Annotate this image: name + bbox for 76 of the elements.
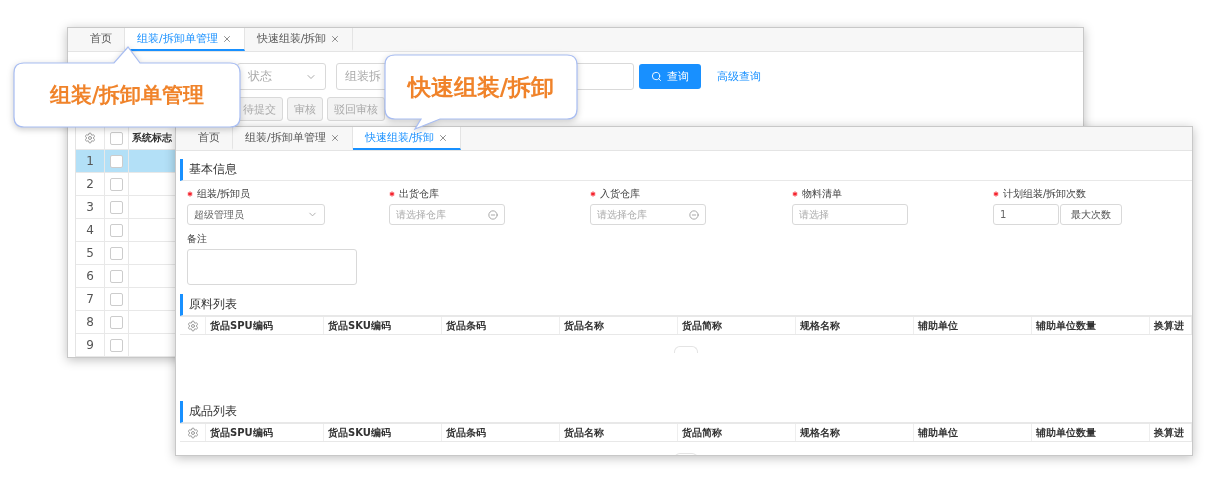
checkbox[interactable] bbox=[110, 154, 123, 168]
field-label: 备注 bbox=[187, 232, 208, 246]
table-row[interactable]: 9 bbox=[76, 334, 177, 357]
close-icon[interactable] bbox=[330, 33, 341, 44]
checkbox[interactable] bbox=[110, 269, 123, 283]
table-row[interactable]: 3 bbox=[76, 196, 177, 219]
settings-icon[interactable] bbox=[186, 319, 199, 332]
column-header: 货品名称 bbox=[560, 317, 678, 334]
search-icon bbox=[651, 71, 662, 82]
column-header: 货品条码 bbox=[442, 317, 560, 334]
tab[interactable]: 快速组装/拆卸 bbox=[352, 127, 462, 150]
number-field[interactable]: 1 bbox=[993, 204, 1059, 225]
remarks-textarea[interactable] bbox=[187, 249, 357, 285]
row-number: 1 bbox=[76, 150, 105, 172]
column-header: 货品SPU编码 bbox=[206, 317, 324, 334]
search-button[interactable]: 查询 bbox=[639, 64, 701, 89]
section-title: 基本信息 bbox=[180, 159, 1192, 181]
tab[interactable]: 组装/拆卸单管理 bbox=[125, 28, 245, 51]
close-icon[interactable] bbox=[329, 132, 340, 143]
field-label: 出货仓库 bbox=[388, 187, 590, 201]
checkbox[interactable] bbox=[110, 246, 123, 260]
checkbox[interactable] bbox=[110, 315, 123, 329]
close-icon[interactable] bbox=[438, 132, 449, 143]
row-number: 8 bbox=[76, 311, 105, 333]
checkbox[interactable] bbox=[110, 200, 123, 214]
max-count-button[interactable]: 最大次数 bbox=[1060, 204, 1122, 225]
column-header: 货品简称 bbox=[678, 317, 796, 334]
field-label: 物料清单 bbox=[791, 187, 993, 201]
row-number: 7 bbox=[76, 288, 105, 310]
field-label: 入货仓库 bbox=[590, 187, 792, 201]
column-header: 货品SKU编码 bbox=[324, 317, 442, 334]
table-row[interactable]: 1 bbox=[76, 150, 177, 173]
collapse-handle[interactable] bbox=[674, 346, 698, 353]
row-number: 2 bbox=[76, 173, 105, 195]
column-header: 货品SKU编码 bbox=[324, 424, 442, 441]
minus-circle-icon[interactable] bbox=[487, 209, 498, 220]
column-header: 辅助单位 bbox=[914, 317, 1032, 334]
table-row[interactable]: 2 bbox=[76, 173, 177, 196]
row-number: 6 bbox=[76, 265, 105, 287]
field-label: 组装/拆卸员 bbox=[187, 187, 389, 201]
callout-text: 组装/拆卸单管理 bbox=[49, 82, 205, 109]
table-row[interactable]: 4 bbox=[76, 219, 177, 242]
checkbox[interactable] bbox=[110, 338, 123, 352]
section-title: 成品列表 bbox=[180, 401, 1192, 423]
column-header: 辅助单位 bbox=[914, 424, 1032, 441]
column-header: 货品SPU编码 bbox=[206, 424, 324, 441]
column-header: 辅助单位数量 bbox=[1032, 317, 1150, 334]
row-number: 3 bbox=[76, 196, 105, 218]
column-header: 货品条码 bbox=[442, 424, 560, 441]
field-label: 计划组装/拆卸次数 bbox=[993, 187, 1192, 201]
column-header: 换算进 bbox=[1150, 317, 1192, 334]
row-number: 9 bbox=[76, 334, 105, 356]
column-header: 辅助单位数量 bbox=[1032, 424, 1150, 441]
table-row[interactable]: 7 bbox=[76, 288, 177, 311]
settings-icon[interactable] bbox=[186, 426, 199, 439]
column-header: 规格名称 bbox=[796, 317, 914, 334]
checkbox[interactable] bbox=[110, 177, 123, 191]
column-header: 货品简称 bbox=[678, 424, 796, 441]
close-icon[interactable] bbox=[221, 33, 232, 44]
advanced-search-link[interactable]: 高级查询 bbox=[717, 69, 761, 84]
minus-circle-icon[interactable] bbox=[689, 209, 699, 220]
table-row[interactable]: 8 bbox=[76, 311, 177, 334]
column-header: 规格名称 bbox=[796, 424, 914, 441]
settings-icon[interactable] bbox=[84, 132, 96, 144]
row-number: 4 bbox=[76, 219, 105, 241]
select-field[interactable]: 超级管理员 bbox=[187, 204, 325, 225]
section-title: 原料列表 bbox=[180, 294, 1192, 316]
column-header: 换算进 bbox=[1150, 424, 1192, 441]
checkbox[interactable] bbox=[110, 131, 123, 145]
checkbox[interactable] bbox=[110, 292, 123, 306]
table-row[interactable]: 6 bbox=[76, 265, 177, 288]
column-header: 货品名称 bbox=[560, 424, 678, 441]
table-row[interactable]: 5 bbox=[76, 242, 177, 265]
row-number: 5 bbox=[76, 242, 105, 264]
checkbox[interactable] bbox=[110, 223, 123, 237]
column-header: 系统标志 bbox=[131, 131, 173, 145]
